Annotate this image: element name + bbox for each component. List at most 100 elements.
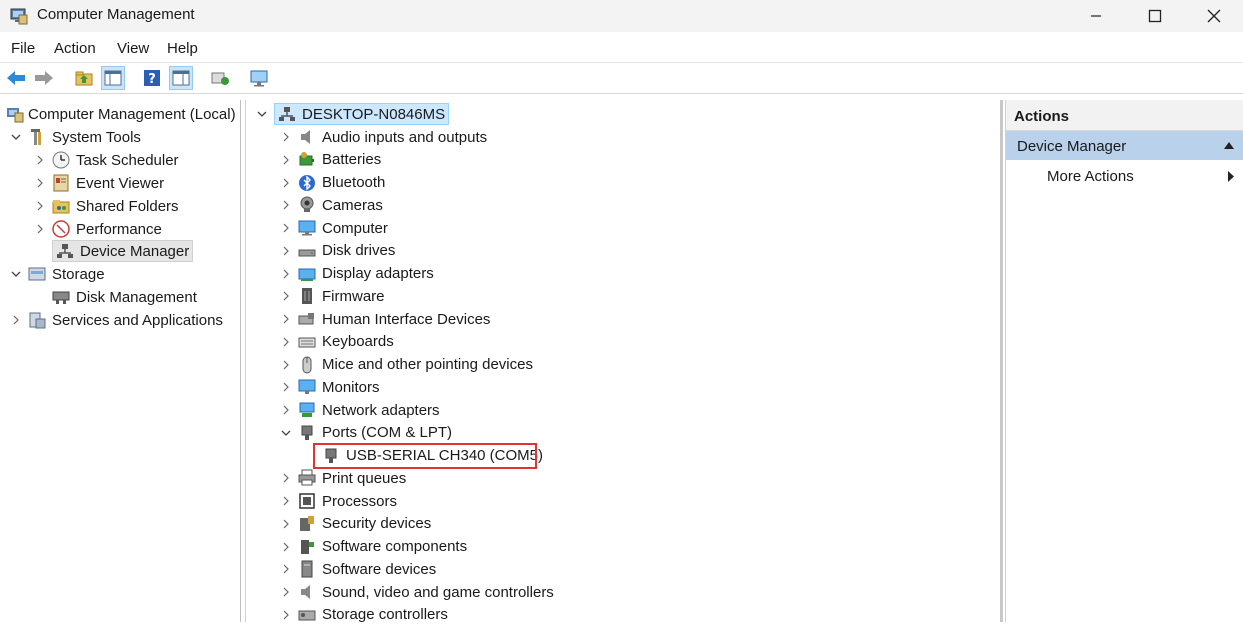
up-folder-icon[interactable] [72, 66, 96, 90]
device-category-keyboards[interactable]: Keyboards [278, 331, 394, 353]
device-category-processors[interactable]: Processors [278, 490, 397, 512]
display-adapter-icon [298, 265, 316, 283]
chevron-right-icon[interactable] [278, 561, 294, 577]
back-arrow-icon[interactable] [4, 66, 28, 90]
minimize-button[interactable] [1067, 0, 1125, 32]
chevron-right-icon[interactable] [32, 175, 48, 191]
forward-arrow-icon[interactable] [32, 66, 56, 90]
menu-action[interactable]: Action [54, 40, 96, 57]
tree-label: Computer Management (Local) [28, 105, 236, 123]
device-tree-root[interactable]: DESKTOP-N0846MS [254, 103, 450, 125]
menu-view[interactable]: View [117, 40, 149, 57]
computer-management-icon [9, 6, 29, 26]
chevron-down-icon[interactable] [8, 266, 24, 282]
chevron-right-icon[interactable] [278, 197, 294, 213]
chevron-right-icon[interactable] [278, 311, 294, 327]
chevron-right-icon[interactable] [278, 402, 294, 418]
chevron-right-icon[interactable] [8, 312, 24, 328]
chevron-right-icon[interactable] [32, 198, 48, 214]
chevron-right-icon[interactable] [32, 221, 48, 237]
camera-icon [298, 196, 316, 214]
chevron-right-icon[interactable] [32, 152, 48, 168]
device-category-label: Batteries [322, 151, 382, 169]
device-category-label: Display adapters [322, 265, 434, 282]
submenu-arrow-icon [1228, 171, 1234, 182]
device-category-label: Cameras [322, 196, 383, 214]
chevron-right-icon[interactable] [278, 470, 294, 486]
device-category-network-adapters[interactable]: Network adapters [278, 399, 440, 421]
show-hide-console-tree-icon[interactable] [101, 66, 125, 90]
actions-section-device-manager[interactable]: Device Manager [1006, 131, 1243, 160]
tree-item-computer-management[interactable]: Computer Management (Local) [6, 103, 236, 125]
chevron-right-icon[interactable] [278, 584, 294, 600]
chevron-right-icon[interactable] [278, 266, 294, 282]
tree-label: Shared Folders [76, 197, 179, 215]
device-category-human-interface-devices[interactable]: Human Interface Devices [278, 308, 490, 330]
device-category-label: Network adapters [322, 401, 440, 419]
device-category-firmware[interactable]: Firmware [278, 285, 385, 307]
device-category-bluetooth[interactable]: Bluetooth [278, 172, 385, 194]
chevron-right-icon[interactable] [278, 175, 294, 191]
tree-item-storage[interactable]: Storage [8, 263, 105, 285]
device-category-print-queues[interactable]: Print queues [278, 467, 406, 489]
tree-item-shared-folders[interactable]: Shared Folders [32, 195, 179, 217]
chevron-right-icon[interactable] [278, 243, 294, 259]
processor-icon [298, 492, 316, 510]
tree-label: Services and Applications [52, 311, 223, 329]
menu-file[interactable]: File [11, 40, 35, 57]
tree-item-system-tools[interactable]: System Tools [8, 126, 141, 148]
chevron-down-icon[interactable] [254, 106, 270, 122]
device-category-software-devices[interactable]: Software devices [278, 558, 436, 580]
maximize-button[interactable] [1126, 0, 1184, 32]
device-category-sound-video-and-game-controllers[interactable]: Sound, video and game controllers [278, 581, 554, 603]
monitor-icon[interactable] [247, 66, 271, 90]
device-category-batteries[interactable]: Batteries [278, 149, 381, 171]
chevron-right-icon[interactable] [278, 516, 294, 532]
close-button[interactable] [1185, 0, 1243, 32]
device-category-audio-inputs-and-outputs[interactable]: Audio inputs and outputs [278, 126, 487, 148]
device-category-monitors[interactable]: Monitors [278, 376, 380, 398]
help-icon[interactable]: ? [140, 66, 164, 90]
chevron-right-icon[interactable] [278, 539, 294, 555]
show-hide-action-pane-icon[interactable] [169, 66, 193, 90]
tree-label: Device Manager [80, 242, 190, 260]
device-category-storage-controllers[interactable]: Storage controllers [278, 604, 448, 626]
tree-item-disk-management[interactable]: Disk Management [52, 286, 197, 308]
device-category-mice-and-other-pointing-devices[interactable]: Mice and other pointing devices [278, 354, 533, 376]
tree-item-task-scheduler[interactable]: Task Scheduler [32, 149, 179, 171]
device-category-label: Monitors [322, 378, 380, 396]
device-category-display-adapters[interactable]: Display adapters [278, 263, 434, 285]
menu-help[interactable]: Help [167, 40, 198, 57]
chevron-right-icon[interactable] [278, 129, 294, 145]
device-category-ports-com-lpt[interactable]: Ports (COM & LPT) [278, 422, 452, 444]
scan-hardware-changes-icon[interactable] [208, 66, 232, 90]
device-category-security-devices[interactable]: Security devices [278, 513, 431, 535]
collapse-triangle-icon[interactable] [1224, 142, 1234, 149]
device-category-disk-drives[interactable]: Disk drives [278, 240, 395, 262]
more-actions-item[interactable]: More Actions [1047, 168, 1134, 185]
monitor-icon [298, 378, 316, 396]
chevron-right-icon[interactable] [278, 493, 294, 509]
chevron-right-icon[interactable] [278, 379, 294, 395]
chevron-down-icon[interactable] [8, 129, 24, 145]
tree-item-performance[interactable]: Performance [32, 218, 162, 240]
device-category-computer[interactable]: Computer [278, 217, 388, 239]
storage-controller-icon [298, 606, 316, 624]
clock-icon [52, 151, 70, 169]
chevron-down-icon[interactable] [278, 425, 294, 441]
shared-folder-icon [52, 197, 70, 215]
chevron-right-icon[interactable] [278, 334, 294, 350]
computer-name: DESKTOP-N0846MS [302, 105, 446, 123]
device-category-software-components[interactable]: Software components [278, 536, 467, 558]
chevron-right-icon[interactable] [278, 288, 294, 304]
device-category-label: Print queues [322, 469, 407, 487]
tree-item-device-manager[interactable]: Device Manager [52, 240, 194, 262]
chevron-right-icon[interactable] [278, 220, 294, 236]
device-category-cameras[interactable]: Cameras [278, 194, 383, 216]
tree-item-services-applications[interactable]: Services and Applications [8, 309, 223, 331]
chevron-right-icon[interactable] [278, 357, 294, 373]
tree-item-event-viewer[interactable]: Event Viewer [32, 172, 164, 194]
port-icon [298, 424, 316, 442]
chevron-right-icon[interactable] [278, 607, 294, 623]
chevron-right-icon[interactable] [278, 152, 294, 168]
